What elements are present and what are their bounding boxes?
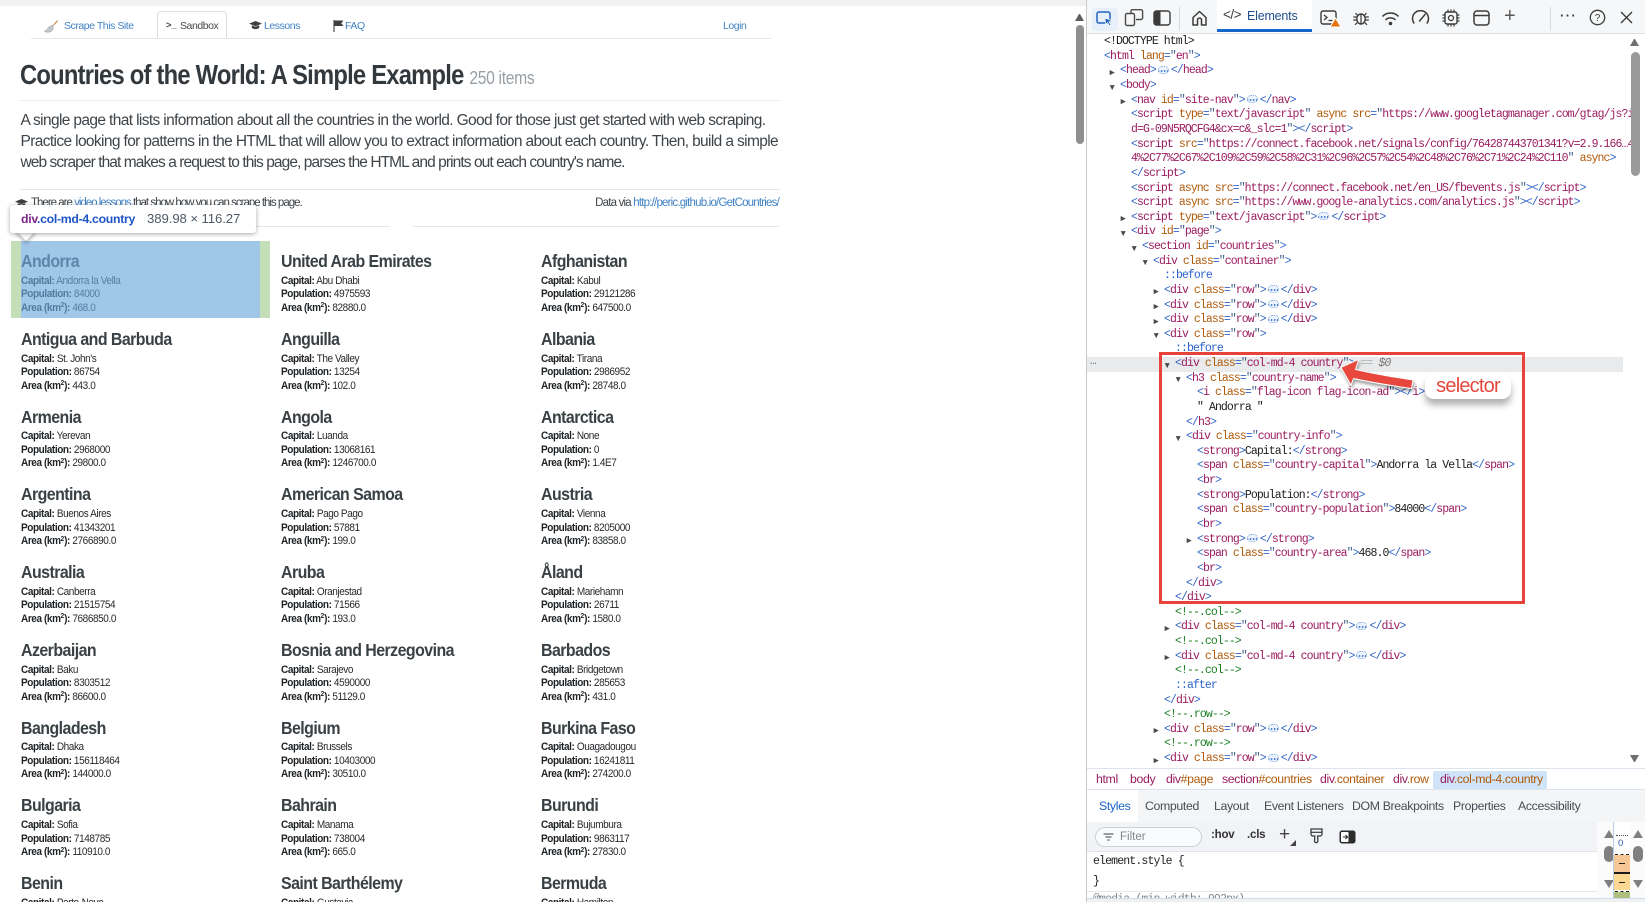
svg-text:?: ? xyxy=(1595,13,1601,24)
